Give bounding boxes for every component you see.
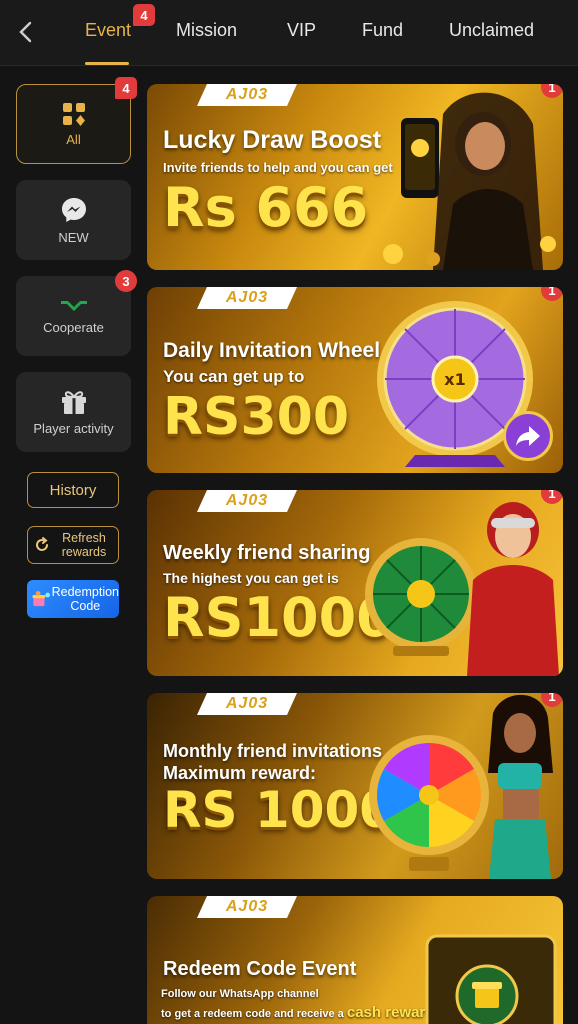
back-button[interactable] bbox=[10, 16, 42, 48]
pilot-woman-illustration bbox=[467, 502, 559, 676]
tab-fund[interactable]: Fund bbox=[362, 20, 403, 41]
sidebar-item-label: NEW bbox=[58, 229, 89, 245]
banner-title: Monthly friend invitations bbox=[163, 741, 382, 761]
banner-line-2: to get a redeem code and receive a cash … bbox=[161, 1004, 440, 1021]
share-arrow-button[interactable] bbox=[503, 411, 553, 461]
sidebar-item-all[interactable]: All bbox=[16, 84, 131, 164]
banner-title: Weekly friend sharing bbox=[163, 542, 371, 564]
woman-with-phone-illustration bbox=[383, 92, 556, 270]
grid-diamond-icon bbox=[62, 102, 85, 126]
sidebar-all-badge: 4 bbox=[115, 77, 137, 99]
share-arrow-icon bbox=[516, 426, 540, 446]
banner-monthly-friend-invitations[interactable]: AJ03 Monthly friend invitations Maximum … bbox=[147, 693, 563, 879]
green-wheel-illustration bbox=[365, 538, 477, 656]
banner-lucky-draw-boost[interactable]: AJ03 Lucky Draw Boost Invite friends to … bbox=[147, 84, 563, 270]
banner-redeem-code-event[interactable]: AJ03 Redeem Code Event Follow our WhatsA… bbox=[147, 896, 563, 1024]
sidebar-item-label: Player activity bbox=[33, 420, 114, 436]
banner-title: Lucky Draw Boost bbox=[163, 126, 382, 154]
banner-subtitle: You can get up to bbox=[163, 367, 305, 386]
tab-unclaimed[interactable]: Unclaimed bbox=[449, 20, 534, 41]
history-button[interactable]: History bbox=[27, 472, 119, 508]
banner-amount: RS300 bbox=[163, 387, 350, 447]
brand-logo: AJ03 bbox=[197, 84, 297, 106]
active-tab-indicator bbox=[85, 62, 129, 65]
sidebar-item-label: All bbox=[66, 131, 81, 147]
banner-line-1: Follow our WhatsApp channel bbox=[161, 988, 319, 1000]
tab-event-badge: 4 bbox=[133, 4, 155, 26]
banner-title: Redeem Code Event bbox=[163, 958, 357, 980]
banner-badge: 1 bbox=[541, 287, 563, 301]
sidebar-item-player-activity[interactable]: Player activity bbox=[16, 372, 131, 452]
tab-mission[interactable]: Mission bbox=[176, 20, 237, 41]
chevron-left-icon bbox=[19, 21, 32, 43]
banner-subtitle: The highest you can get is bbox=[163, 570, 339, 586]
banner-weekly-friend-sharing[interactable]: AJ03 Weekly friend sharing The highest y… bbox=[147, 490, 563, 676]
sidebar-cooperate-badge: 3 bbox=[115, 270, 137, 292]
wheel-center-label: x1 bbox=[444, 370, 465, 389]
colorful-gift-icon bbox=[32, 591, 51, 607]
banner-title: Daily Invitation Wheel bbox=[163, 339, 381, 362]
refresh-rewards-label: Refresh rewards bbox=[61, 531, 107, 559]
refresh-icon bbox=[36, 537, 48, 551]
gift-icon bbox=[61, 390, 86, 414]
handshake-icon bbox=[60, 300, 87, 311]
sidebar-item-cooperate[interactable]: Cooperate bbox=[16, 276, 131, 356]
refresh-rewards-button[interactable]: Refresh rewards bbox=[27, 526, 119, 564]
banner-amount: RS1000 bbox=[163, 586, 394, 649]
banner-amount: Rs 666 bbox=[163, 176, 369, 239]
top-tab-bar: Event 4 Mission VIP Fund Unclaimed bbox=[0, 0, 578, 66]
brand-logo: AJ03 bbox=[197, 287, 297, 309]
banner-daily-invitation-wheel[interactable]: AJ03 Daily Invitation Wheel You can get … bbox=[147, 287, 563, 473]
sidebar-item-new[interactable]: NEW bbox=[16, 180, 131, 260]
banner-subtitle: Invite friends to help and you can get bbox=[163, 160, 393, 175]
gift-card-illustration bbox=[425, 934, 557, 1024]
brand-logo: AJ03 bbox=[197, 896, 297, 918]
redemption-code-label: Redemption Code bbox=[51, 585, 119, 613]
sidebar-item-label: Cooperate bbox=[43, 319, 104, 335]
messenger-icon bbox=[61, 197, 86, 222]
tab-event[interactable]: Event bbox=[85, 20, 131, 41]
tab-vip[interactable]: VIP bbox=[287, 20, 316, 41]
brand-logo: AJ03 bbox=[197, 693, 297, 715]
redemption-code-button[interactable]: Redemption Code bbox=[27, 580, 119, 618]
brand-logo: AJ03 bbox=[197, 490, 297, 512]
woman-in-teal-illustration bbox=[488, 694, 553, 879]
